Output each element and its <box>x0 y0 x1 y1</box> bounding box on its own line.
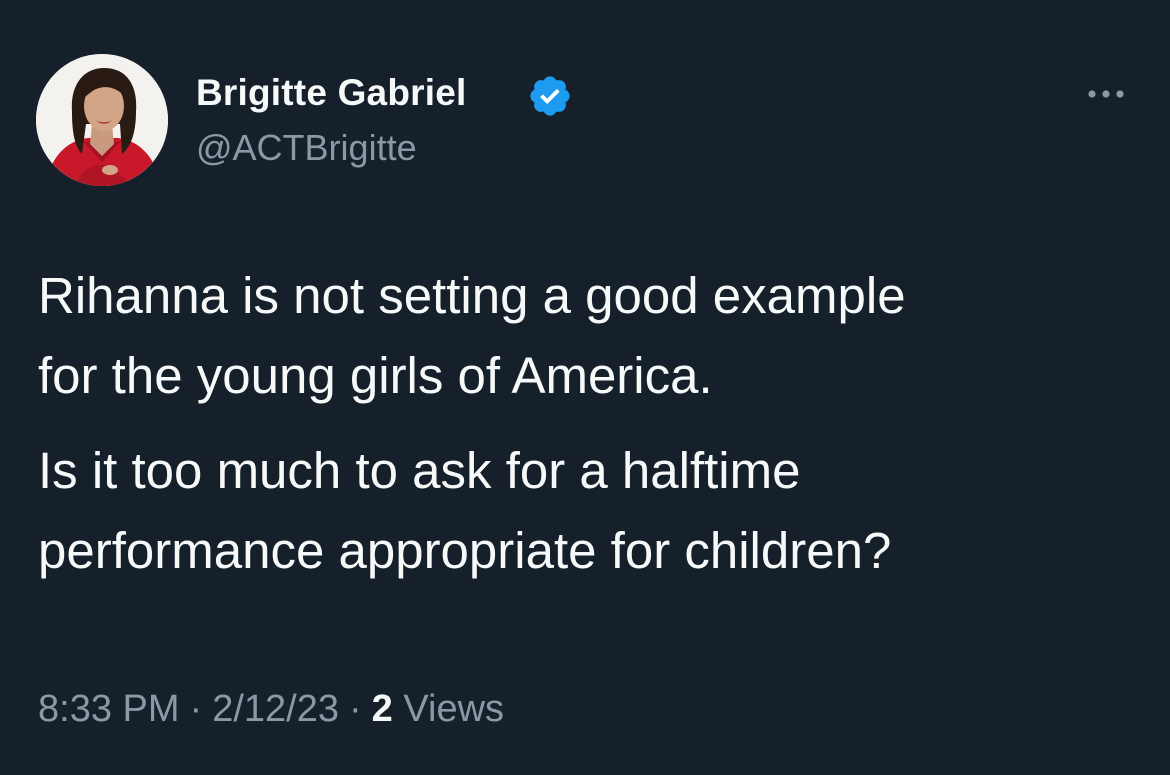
tweet-line-3: Is it too much to ask for a halftime <box>38 442 801 499</box>
tweet-line-1: Rihanna is not setting a good example <box>38 267 906 324</box>
views-label: Views <box>403 688 505 730</box>
tweet-line-4: performance appropriate for children? <box>38 522 892 579</box>
meta-separator: · <box>348 688 362 730</box>
user-handle[interactable]: @ACTBrigitte <box>196 127 417 169</box>
more-options-button[interactable] <box>1076 74 1136 114</box>
profile-photo-icon <box>36 54 168 186</box>
tweet-paragraph-2: Is it too much to ask for a halftime per… <box>38 431 1138 591</box>
meta-separator: · <box>189 688 203 730</box>
tweet-date[interactable]: 2/12/23 <box>212 688 339 730</box>
ellipsis-icon <box>1088 90 1124 98</box>
tweet-meta: 8:33 PM · 2/12/23 · 2 Views <box>38 688 504 731</box>
user-name[interactable]: Brigitte Gabriel <box>196 72 466 114</box>
tweet-card: Brigitte Gabriel @ACTBrigitte Rihanna is… <box>0 0 1170 775</box>
avatar[interactable] <box>36 54 168 186</box>
views-count: 2 <box>371 688 393 730</box>
tweet-line-2: for the young girls of America. <box>38 347 713 404</box>
tweet-time[interactable]: 8:33 PM <box>38 688 180 730</box>
tweet-text: Rihanna is not setting a good example fo… <box>38 256 1138 591</box>
verified-badge-icon <box>527 73 573 119</box>
tweet-paragraph-1: Rihanna is not setting a good example fo… <box>38 256 1138 416</box>
